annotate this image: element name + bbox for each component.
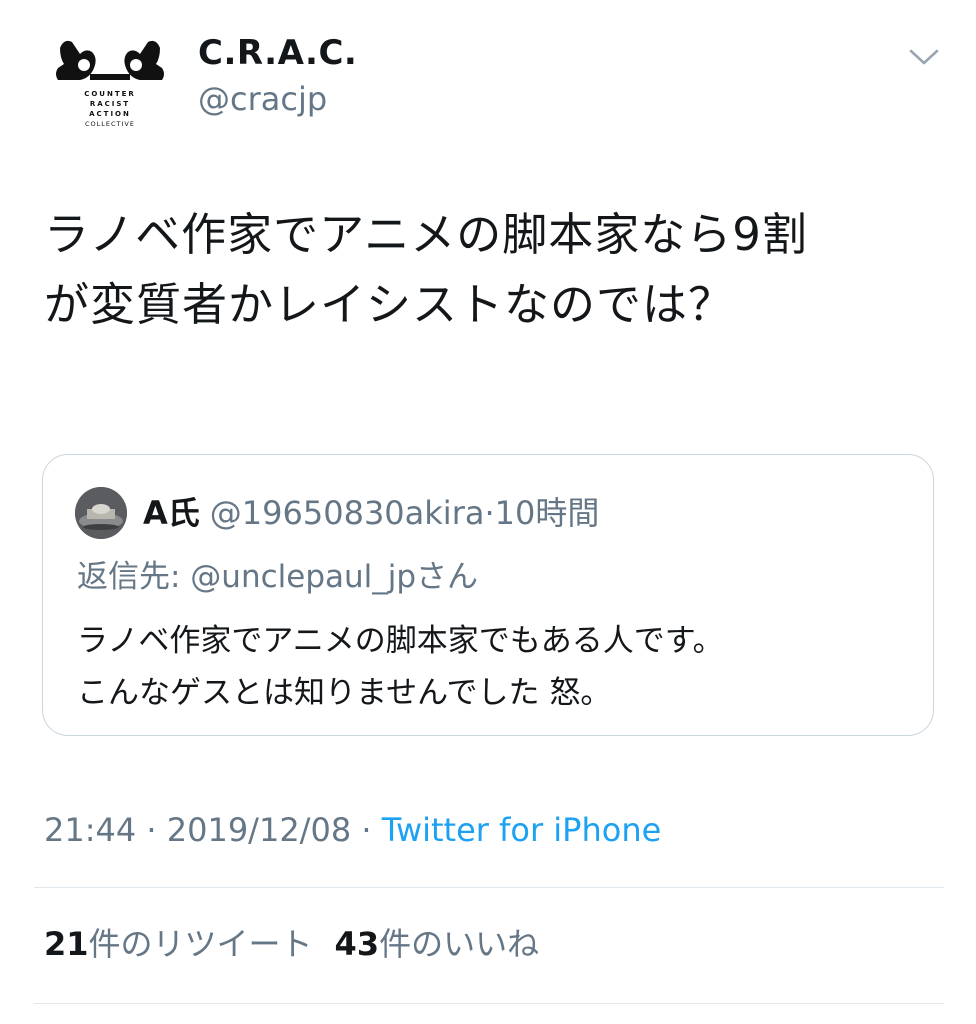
like-label: 件のいいね [379, 925, 540, 963]
like-count: 43 [334, 925, 380, 963]
tweet-detail: COUNTER RACIST ACTION COLLECTIVE C.R.A.C… [0, 0, 976, 1024]
client-link[interactable]: Twitter for iPhone [382, 811, 662, 849]
logo-text-line: RACIST [90, 100, 130, 108]
divider [34, 887, 944, 888]
quoted-tweet[interactable]: A氏 @19650830akira·10時間 返信先: @unclepaul_jp… [42, 454, 934, 736]
author-avatar[interactable]: COUNTER RACIST ACTION COLLECTIVE [46, 18, 174, 146]
tweet-text-line: ラノベ作家でアニメの脚本家なら9割 [44, 208, 808, 261]
crac-logo: COUNTER RACIST ACTION COLLECTIVE [46, 18, 174, 146]
retweets-stat[interactable]: 21件のリツイート [44, 925, 313, 963]
quoted-name[interactable]: A氏 [143, 494, 200, 532]
logo-text-line: COUNTER [84, 90, 136, 98]
tweet-time: 21:44 [44, 811, 137, 849]
author-name[interactable]: C.R.A.C. [198, 33, 357, 73]
reply-to-label: 返信先: @unclepaul_jpさん [77, 559, 479, 595]
divider [34, 1003, 944, 1004]
logo-text-line: ACTION [89, 110, 131, 118]
likes-stat[interactable]: 43件のいいね [335, 925, 540, 963]
author-handle[interactable]: @cracjp [198, 80, 327, 118]
quoted-avatar[interactable] [75, 487, 127, 539]
quoted-handle[interactable]: @19650830akira [210, 494, 485, 532]
tweet-date: 2019/12/08 [166, 811, 352, 849]
tweet-text: ラノベ作家でアニメの脚本家なら9割 が変質者かレイシストなのでは？ [44, 200, 954, 340]
separator-dot: · [484, 494, 495, 532]
quoted-text-line: こんなゲスとは知りませんでした 怒。 [77, 675, 612, 711]
quoted-time: 10時間 [494, 494, 600, 532]
chevron-down-icon[interactable] [904, 42, 944, 72]
retweet-count: 21 [44, 925, 89, 963]
retweet-label: 件のリツイート [88, 925, 313, 963]
separator-dot: · [361, 811, 372, 849]
quoted-text-line: ラノベ作家でアニメの脚本家でもある人です。 [77, 623, 724, 659]
tweet-meta: 21:44 · 2019/12/08 · Twitter for iPhone [44, 808, 661, 852]
tweet-stats: 21件のリツイート 43件のいいね [44, 922, 539, 966]
tweet-text-line: が変質者かレイシストなのでは？ [44, 278, 735, 331]
quoted-text: ラノベ作家でアニメの脚本家でもある人です。 こんなゲスとは知りませんでした 怒。 [77, 615, 917, 719]
separator-dot: · [146, 811, 157, 849]
logo-text-line: COLLECTIVE [85, 120, 135, 128]
quoted-header: A氏 @19650830akira·10時間 [143, 491, 599, 535]
